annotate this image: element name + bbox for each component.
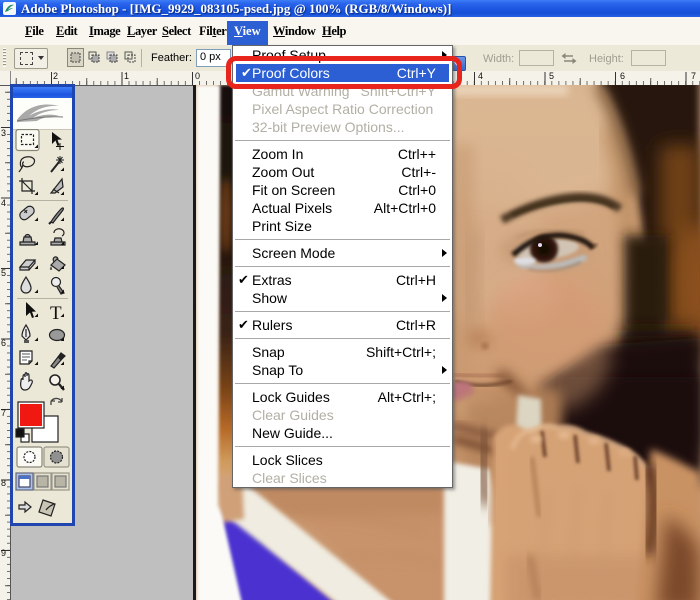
svg-text:T: T: [50, 303, 62, 324]
